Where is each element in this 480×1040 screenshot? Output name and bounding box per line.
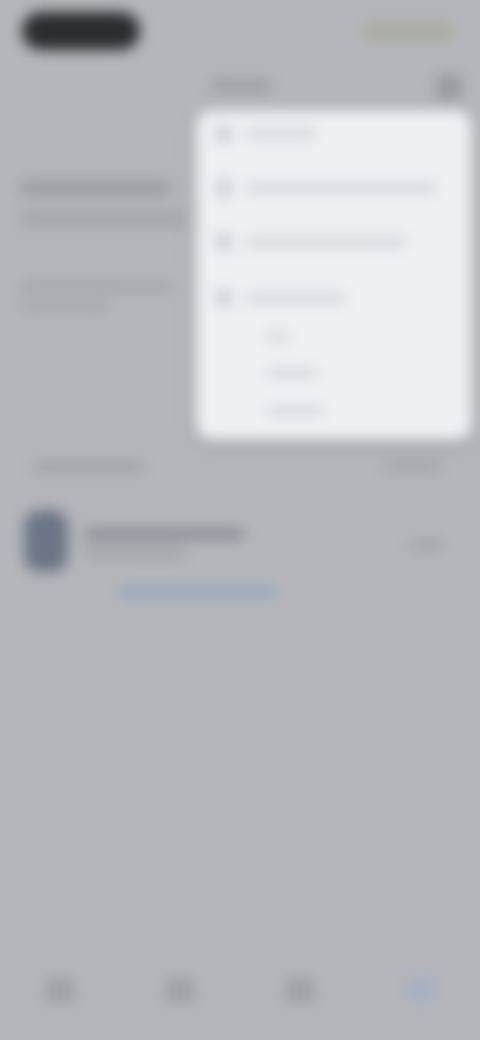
avatar	[24, 510, 68, 572]
menu-item-label	[246, 293, 346, 303]
menu-item-label	[246, 183, 436, 193]
list-item-meta	[410, 540, 442, 550]
progress-bar	[118, 588, 278, 596]
submenu-item-1[interactable]	[266, 332, 290, 342]
submenu-item-3[interactable]	[266, 406, 324, 416]
submenu-item-2[interactable]	[266, 368, 318, 378]
home-icon[interactable]	[45, 977, 75, 1003]
menu-item-label	[246, 237, 406, 247]
menu-item-1[interactable]	[216, 122, 456, 146]
divider	[20, 440, 460, 441]
status-icons	[362, 22, 454, 40]
phone-screen	[0, 0, 480, 1040]
list-header-left	[34, 462, 144, 472]
window-icon	[216, 290, 232, 306]
list-header-right[interactable]	[386, 462, 440, 472]
profile-icon[interactable]	[405, 977, 435, 1003]
list-item-subtitle	[84, 548, 184, 558]
bottom-navigation	[0, 940, 480, 1040]
menu-trigger-label[interactable]	[212, 80, 270, 92]
window-icon	[216, 234, 232, 250]
window-icon	[216, 180, 232, 196]
menu-item-3[interactable]	[216, 230, 456, 254]
background-title-line	[20, 180, 170, 196]
status-pill	[22, 12, 140, 50]
list-item-title[interactable]	[84, 528, 244, 540]
menu-item-4[interactable]	[216, 286, 456, 310]
blurred-background	[0, 0, 480, 1040]
bell-icon[interactable]	[285, 977, 315, 1003]
menu-button[interactable]	[436, 74, 462, 100]
window-icon	[216, 126, 232, 142]
background-subtitle-line	[20, 282, 170, 292]
search-icon[interactable]	[165, 977, 195, 1003]
background-subtitle-line-2	[20, 302, 110, 312]
popover-menu	[196, 110, 472, 440]
menu-item-2[interactable]	[216, 176, 456, 200]
background-title-line-2	[20, 212, 185, 226]
menu-item-label	[246, 129, 316, 139]
